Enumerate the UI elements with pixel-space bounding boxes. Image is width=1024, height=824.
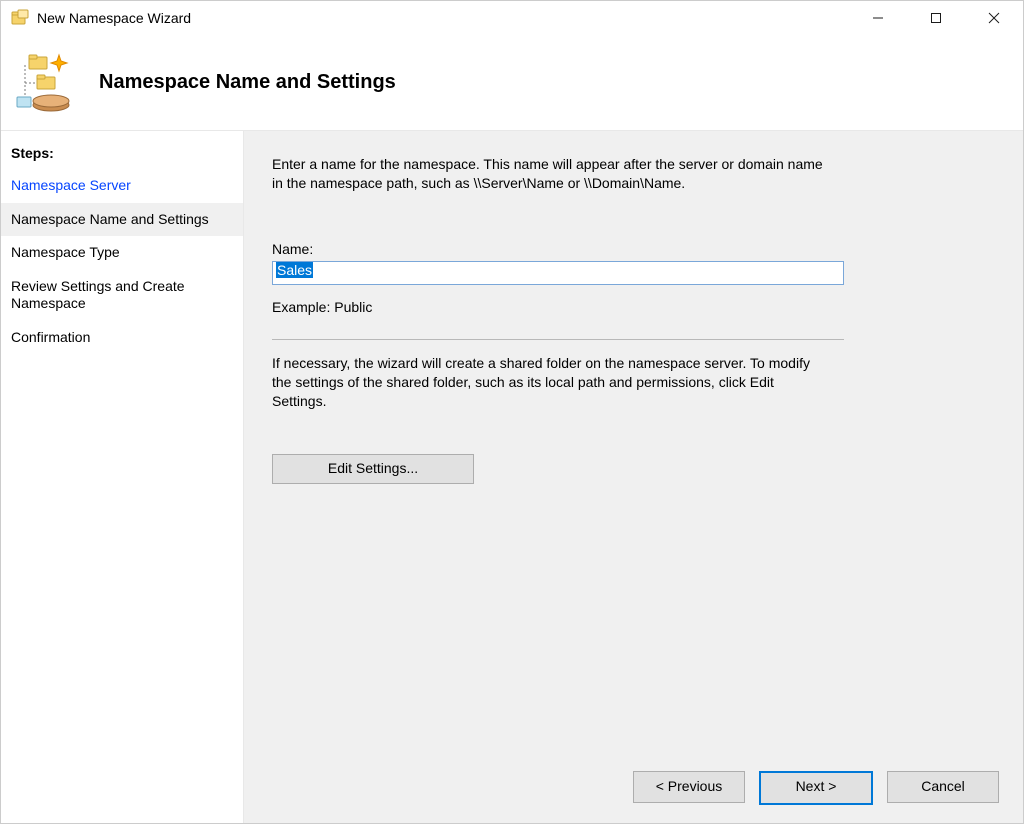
shared-folder-text: If necessary, the wizard will create a s… <box>272 354 832 411</box>
name-label: Name: <box>272 241 995 257</box>
close-button[interactable] <box>965 1 1023 35</box>
wizard-window: New Namespace Wizard <box>0 0 1024 824</box>
cancel-button[interactable]: Cancel <box>887 771 999 803</box>
step-namespace-type: Namespace Type <box>1 236 243 270</box>
name-input-value: Sales <box>276 262 313 278</box>
wizard-footer: < Previous Next > Cancel <box>633 771 999 805</box>
namespace-wizard-icon <box>11 9 29 27</box>
next-button[interactable]: Next > <box>759 771 873 805</box>
step-review-create: Review Settings and Create Namespace <box>1 270 243 321</box>
window-controls <box>849 1 1023 35</box>
intro-text: Enter a name for the namespace. This nam… <box>272 155 832 193</box>
minimize-button[interactable] <box>849 1 907 35</box>
wizard-body: Steps: Namespace Server Namespace Name a… <box>1 131 1023 823</box>
steps-heading: Steps: <box>1 141 243 169</box>
step-namespace-name-settings[interactable]: Namespace Name and Settings <box>1 203 243 237</box>
page-title: Namespace Name and Settings <box>99 71 396 94</box>
name-input[interactable]: Sales <box>272 261 844 285</box>
step-namespace-server[interactable]: Namespace Server <box>1 169 243 203</box>
steps-sidebar: Steps: Namespace Server Namespace Name a… <box>1 131 244 823</box>
window-title: New Namespace Wizard <box>37 10 191 26</box>
step-confirmation: Confirmation <box>1 321 243 355</box>
previous-button[interactable]: < Previous <box>633 771 745 803</box>
namespace-banner-icon <box>15 53 75 113</box>
example-text: Example: Public <box>272 299 995 315</box>
wizard-banner: Namespace Name and Settings <box>1 35 1023 131</box>
edit-settings-button[interactable]: Edit Settings... <box>272 454 474 484</box>
maximize-button[interactable] <box>907 1 965 35</box>
titlebar: New Namespace Wizard <box>1 1 1023 35</box>
section-divider <box>272 339 844 340</box>
wizard-content: Enter a name for the namespace. This nam… <box>244 131 1023 823</box>
